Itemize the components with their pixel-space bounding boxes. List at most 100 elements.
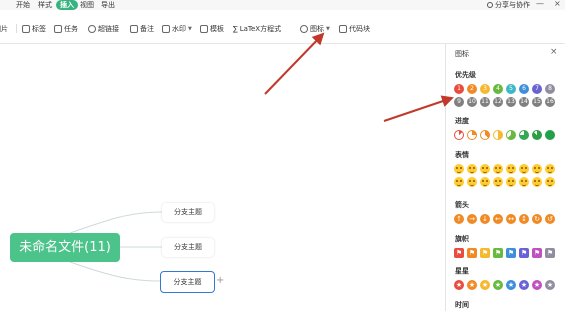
toolbar-template-button[interactable]: 模板 <box>200 23 224 34</box>
flag-icon[interactable]: ⚑ <box>506 248 516 258</box>
tag-icon <box>22 24 30 33</box>
star-icon[interactable]: ★ <box>532 280 542 290</box>
progress-icon[interactable] <box>480 130 490 140</box>
priority-8-icon[interactable]: 8 <box>545 84 555 94</box>
star-icon[interactable]: ★ <box>545 280 555 290</box>
panel-title: 图标 <box>455 50 469 58</box>
star-icon[interactable]: ★ <box>506 280 516 290</box>
priority-9-icon[interactable]: 9 <box>454 97 464 107</box>
minimize-button[interactable]: — <box>536 0 544 9</box>
emoji-icon[interactable] <box>454 164 464 174</box>
menu-export[interactable]: 导出 <box>101 0 115 10</box>
share-button[interactable]: 分享与协作 <box>487 0 530 10</box>
close-window-button[interactable]: × <box>554 0 561 9</box>
progress-icon[interactable] <box>545 130 555 140</box>
emoji-icon[interactable] <box>467 164 477 174</box>
emoji-icon[interactable] <box>467 177 477 187</box>
toolbar-image-button[interactable]: 图片 <box>0 23 8 34</box>
priority-15-icon[interactable]: 15 <box>532 97 542 107</box>
arrow-icon[interactable]: ↺ <box>545 214 555 224</box>
flag-icon[interactable]: ⚑ <box>467 248 477 258</box>
emoji-icon[interactable] <box>480 177 490 187</box>
arrow-icon[interactable]: → <box>467 214 477 224</box>
priority-7-icon[interactable]: 7 <box>532 84 542 94</box>
branch-topic[interactable]: 分支主题 <box>162 238 214 257</box>
flag-icon[interactable]: ⚑ <box>493 248 503 258</box>
toolbar-code-button[interactable]: 代码块 <box>339 23 370 34</box>
flag-icon[interactable]: ⚑ <box>480 248 490 258</box>
menu-start[interactable]: 开始 <box>16 0 30 10</box>
toolbar-code-label: 代码块 <box>349 24 370 33</box>
root-topic[interactable]: 未命名文件(11) <box>10 233 120 262</box>
progress-icon[interactable] <box>519 130 529 140</box>
arrow-icon[interactable]: ↔ <box>506 214 516 224</box>
star-icon[interactable]: ★ <box>454 280 464 290</box>
toolbar-note-button[interactable]: 备注 <box>130 23 154 34</box>
flag-icon[interactable]: ⚑ <box>519 248 529 258</box>
toolbar-watermark-label: 水印 <box>172 24 186 33</box>
branch-topic[interactable]: 分支主题 <box>162 203 214 222</box>
emoji-icon[interactable] <box>545 164 555 174</box>
menu-insert[interactable]: 插入 <box>56 0 78 10</box>
code-icon <box>339 24 347 33</box>
flag-icon[interactable]: ⚑ <box>545 248 555 258</box>
priority-2-icon[interactable]: 2 <box>467 84 477 94</box>
priority-13-icon[interactable]: 13 <box>506 97 516 107</box>
section-star-title: 星星 <box>455 267 469 275</box>
progress-icon[interactable] <box>467 130 477 140</box>
emoji-icon[interactable] <box>480 164 490 174</box>
priority-11-icon[interactable]: 11 <box>480 97 490 107</box>
priority-1-icon[interactable]: 1 <box>454 84 464 94</box>
progress-icon[interactable] <box>454 130 464 140</box>
arrow-icon[interactable]: ← <box>493 214 503 224</box>
emoji-icon[interactable] <box>545 177 555 187</box>
chevron-down-icon: ▼ <box>188 25 192 32</box>
flag-icon[interactable]: ⚑ <box>532 248 542 258</box>
priority-14-icon[interactable]: 14 <box>519 97 529 107</box>
branch-topic-selected[interactable]: 分支主题 <box>160 271 215 293</box>
progress-icon[interactable] <box>532 130 542 140</box>
toolbar-task-button[interactable]: 任务 <box>54 23 78 34</box>
priority-16-icon[interactable]: 16 <box>545 97 555 107</box>
emoji-icon[interactable] <box>493 177 503 187</box>
toolbar-icon-button[interactable]: 图标 ▼ <box>300 23 330 34</box>
arrow-icon[interactable]: ↻ <box>532 214 542 224</box>
emoji-icon[interactable] <box>519 164 529 174</box>
toolbar-watermark-button[interactable]: 水印 ▼ <box>162 23 192 34</box>
toolbar-template-label: 模板 <box>210 24 224 33</box>
toolbar-tag-button[interactable]: 标签 <box>22 23 46 34</box>
priority-12-icon[interactable]: 12 <box>493 97 503 107</box>
priority-5-icon[interactable]: 5 <box>506 84 516 94</box>
emoji-icon[interactable] <box>493 164 503 174</box>
star-icon[interactable]: ★ <box>480 280 490 290</box>
emoji-icon[interactable] <box>532 164 542 174</box>
toolbar-formula-button[interactable]: ∑ LaTeX方程式 <box>233 23 281 34</box>
progress-icon[interactable] <box>493 130 503 140</box>
star-icon[interactable]: ★ <box>493 280 503 290</box>
close-icon[interactable]: × <box>550 47 558 57</box>
star-icon[interactable]: ★ <box>519 280 529 290</box>
emoji-icon[interactable] <box>532 177 542 187</box>
emoji-icon[interactable] <box>506 177 516 187</box>
priority-4-icon[interactable]: 4 <box>493 84 503 94</box>
mindmap-canvas[interactable] <box>0 44 445 311</box>
toolbar-divider <box>16 24 17 33</box>
progress-icon[interactable] <box>506 130 516 140</box>
arrow-icon[interactable]: ↕ <box>519 214 529 224</box>
priority-6-icon[interactable]: 6 <box>519 84 529 94</box>
toolbar-link-button[interactable]: 超链接 <box>88 23 119 34</box>
arrow-icon[interactable]: ↑ <box>454 214 464 224</box>
priority-10-icon[interactable]: 10 <box>467 97 477 107</box>
emoji-icon[interactable] <box>454 177 464 187</box>
menu-view[interactable]: 视图 <box>80 0 94 10</box>
priority-3-icon[interactable]: 3 <box>480 84 490 94</box>
emoji-icon[interactable] <box>506 164 516 174</box>
emoji-icon[interactable] <box>519 177 529 187</box>
flag-icon[interactable]: ⚑ <box>454 248 464 258</box>
progress-icon-grid <box>454 130 555 140</box>
arrow-icon[interactable]: ↓ <box>480 214 490 224</box>
star-icon[interactable]: ★ <box>467 280 477 290</box>
add-topic-button[interactable]: + <box>216 275 224 287</box>
section-priority-title: 优先级 <box>455 71 476 79</box>
menu-style[interactable]: 样式 <box>38 0 52 10</box>
